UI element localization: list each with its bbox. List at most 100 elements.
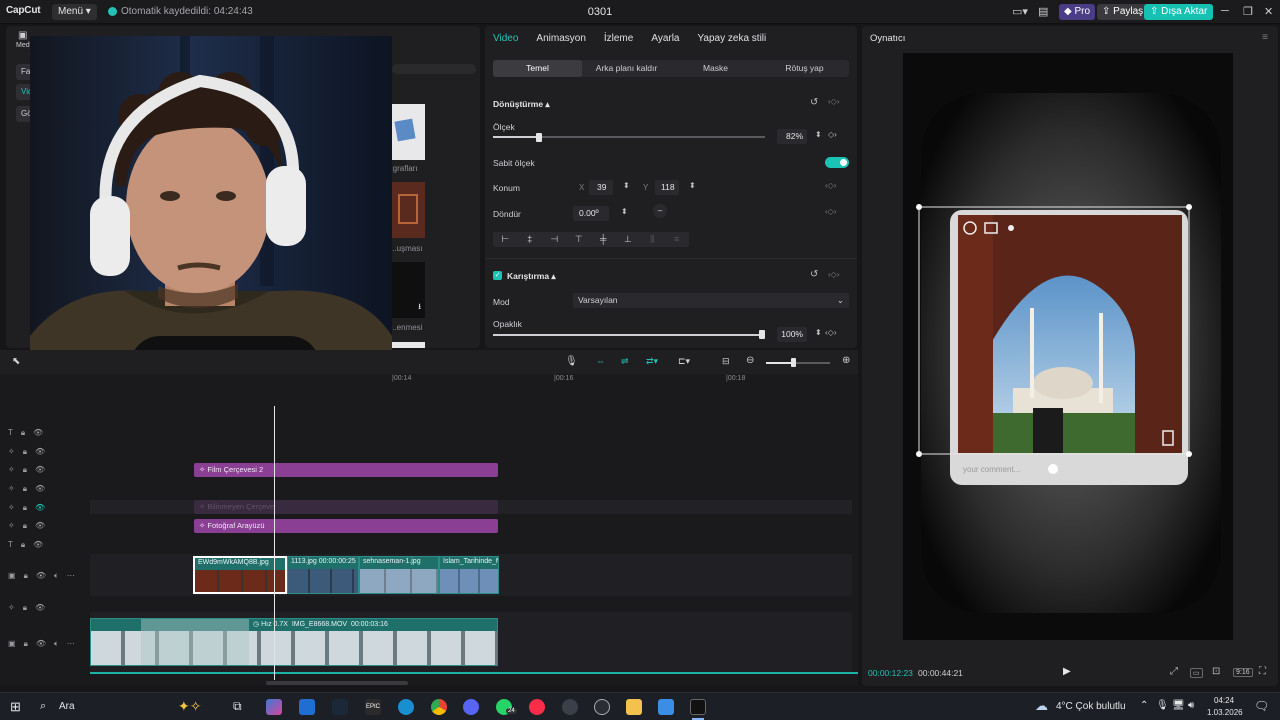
microphone-icon[interactable]: 🎙	[565, 356, 578, 367]
align-hcenter-icon[interactable]: ‡	[518, 232, 543, 247]
eye-icon[interactable]: 👁︎	[33, 428, 43, 438]
play-icon[interactable]: ▶	[1063, 666, 1071, 677]
blend-keyframe-icon[interactable]: ‹◇›	[828, 270, 839, 279]
timeline-screen-icon[interactable]: ⊟	[722, 356, 730, 367]
chrome-icon[interactable]	[431, 699, 447, 715]
lock-icon[interactable]: 🔒︎	[23, 521, 27, 531]
mode-dropdown[interactable]: Varsayılan ⌄	[573, 293, 849, 308]
preview-axis-icon[interactable]: ⊏▾	[678, 356, 690, 367]
tab-ai-style[interactable]: Yapay zeka stili	[698, 33, 767, 44]
eye-icon[interactable]: 👁︎	[35, 484, 45, 494]
media-icon[interactable]: ▣	[18, 30, 27, 41]
select-cursor-icon[interactable]: ⬉	[12, 356, 20, 367]
scale-stepper-icon[interactable]: ⬍	[815, 130, 822, 139]
quality-icon[interactable]: ▭	[1190, 668, 1203, 678]
eye-icon[interactable]: 👁︎	[36, 571, 46, 581]
align-bottom-icon[interactable]: ⊥	[616, 232, 641, 247]
menu-button[interactable]: Menü ▾	[52, 4, 97, 20]
music-icon[interactable]	[529, 699, 545, 715]
distribute-v-icon[interactable]: ≡	[665, 232, 690, 247]
link-clips-icon[interactable]: ⇄▾	[646, 356, 658, 367]
pro-button[interactable]: ◆ Pro	[1059, 4, 1096, 20]
mic-tray-icon[interactable]: 🎙︎	[1156, 700, 1169, 711]
timeline-clip[interactable]: sehnaseman-1.jpg	[359, 556, 439, 594]
reset-icon[interactable]: ↺	[810, 97, 818, 108]
layout-icon[interactable]: ▭▾	[1012, 5, 1028, 18]
audio-icon[interactable]: 🔈︎	[54, 571, 59, 581]
eye-icon[interactable]: 👁︎	[35, 503, 45, 513]
preview-canvas[interactable]: your comment...	[903, 53, 1233, 640]
export-button[interactable]: ⇧ Dışa Aktar	[1144, 4, 1214, 20]
eye-icon[interactable]: 👁︎	[35, 521, 45, 531]
epic-games-icon[interactable]: EPIC	[365, 699, 381, 715]
lock-icon[interactable]: 🔒︎	[23, 503, 27, 513]
notifications-icon[interactable]: 🗨︎	[1254, 699, 1269, 713]
opacity-value-field[interactable]: 100%	[777, 327, 807, 342]
windows-start-icon[interactable]: ⊞	[10, 699, 21, 715]
eye-icon[interactable]: 👁︎	[35, 603, 45, 613]
tab-video[interactable]: Video	[493, 33, 518, 44]
tab-adjust[interactable]: Ayarla	[651, 33, 679, 44]
timeline-clip[interactable]: ◷ Hız 0.7X IMG_E8668.MOV 00:00:03:16	[90, 618, 498, 666]
position-x-field[interactable]: 39	[589, 180, 613, 195]
app-icon[interactable]	[562, 699, 578, 715]
zoom-in-icon[interactable]: ⊕	[842, 355, 850, 366]
player-menu-icon[interactable]: ≡	[1262, 32, 1268, 43]
media-thumbnail[interactable]	[392, 182, 425, 238]
scale-value-field[interactable]: 82%	[777, 129, 807, 144]
store-icon[interactable]	[658, 699, 674, 715]
auto-snap-icon[interactable]: ⇌	[621, 356, 629, 367]
copilot-icon[interactable]	[266, 699, 282, 715]
subtab-mask[interactable]: Maske	[671, 60, 760, 77]
opacity-keyframe-icon[interactable]: ‹◇›	[825, 328, 836, 337]
media-thumbnail[interactable]: ⭳	[392, 262, 425, 318]
fullscreen-alt-icon[interactable]: ⤢	[1170, 666, 1178, 677]
tray-chevron-icon[interactable]: ⌃	[1140, 700, 1148, 711]
github-icon[interactable]	[594, 699, 610, 715]
close-icon[interactable]: ✕	[1264, 5, 1273, 18]
search-input[interactable]	[392, 64, 476, 74]
position-y-field[interactable]: 118	[655, 180, 679, 195]
position-keyframe-icon[interactable]: ‹◇›	[825, 181, 836, 190]
lock-icon[interactable]: 🔒︎	[23, 484, 27, 494]
shortcuts-icon[interactable]: ▤	[1038, 5, 1048, 18]
opacity-stepper-icon[interactable]: ⬍	[815, 328, 822, 337]
blend-header[interactable]: Karıştırma ▴	[507, 271, 556, 282]
lock-icon[interactable]: 🔒︎	[24, 571, 28, 581]
share-button[interactable]: ⇪ Paylaş	[1097, 4, 1149, 20]
timeline-clip[interactable]: ✧ Film Çerçevesi 2	[194, 463, 498, 477]
minimize-icon[interactable]: ─	[1221, 5, 1229, 17]
more-icon[interactable]: ⋯	[67, 571, 75, 581]
lock-icon[interactable]: 🔒︎	[21, 428, 25, 438]
horizontal-scrollbar[interactable]	[266, 681, 408, 685]
transform-header[interactable]: Dönüştürme ▴	[493, 99, 550, 110]
lock-icon[interactable]: 🔒︎	[21, 540, 25, 550]
rotate-stepper-icon[interactable]: ⬍	[621, 207, 628, 216]
lock-icon[interactable]: 🔒︎	[23, 465, 27, 475]
subtab-basic[interactable]: Temel	[493, 60, 582, 77]
outlook-icon[interactable]	[299, 699, 315, 715]
timeline-clip[interactable]: ✧ Fotoğraf Arayüzü	[194, 519, 498, 533]
aspect-ratio-button[interactable]: 9:16	[1233, 668, 1253, 677]
edge-icon[interactable]	[398, 699, 414, 715]
align-left-icon[interactable]: ⊢	[493, 232, 518, 247]
uniform-scale-toggle[interactable]	[825, 157, 849, 168]
align-vcenter-icon[interactable]: ╪	[591, 232, 616, 247]
timeline-clip[interactable]: ✧ Bilinmeyen Çerçeve	[194, 500, 498, 514]
fullscreen-icon[interactable]: ⛶	[1259, 666, 1266, 677]
crop-icon[interactable]: ⊡	[1212, 666, 1220, 677]
align-top-icon[interactable]: ⊤	[567, 232, 592, 247]
file-explorer-icon[interactable]	[626, 699, 642, 715]
task-view-icon[interactable]: ⧉	[233, 699, 242, 714]
tab-tracking[interactable]: İzleme	[604, 33, 633, 44]
weather-text[interactable]: 4°C Çok bulutlu	[1056, 701, 1126, 712]
media-thumbnail[interactable]	[392, 342, 425, 348]
more-icon[interactable]: ⋯	[67, 639, 75, 649]
eye-icon[interactable]: 👁︎	[35, 447, 45, 457]
audio-icon[interactable]: 🔈︎	[54, 639, 59, 649]
eye-icon[interactable]: 👁︎	[36, 639, 46, 649]
maximize-icon[interactable]: ❐	[1243, 5, 1253, 18]
tab-animation[interactable]: Animasyon	[536, 33, 585, 44]
eye-icon[interactable]: 👁︎	[33, 540, 43, 550]
subtab-remove-bg[interactable]: Arka planı kaldır	[582, 60, 671, 77]
